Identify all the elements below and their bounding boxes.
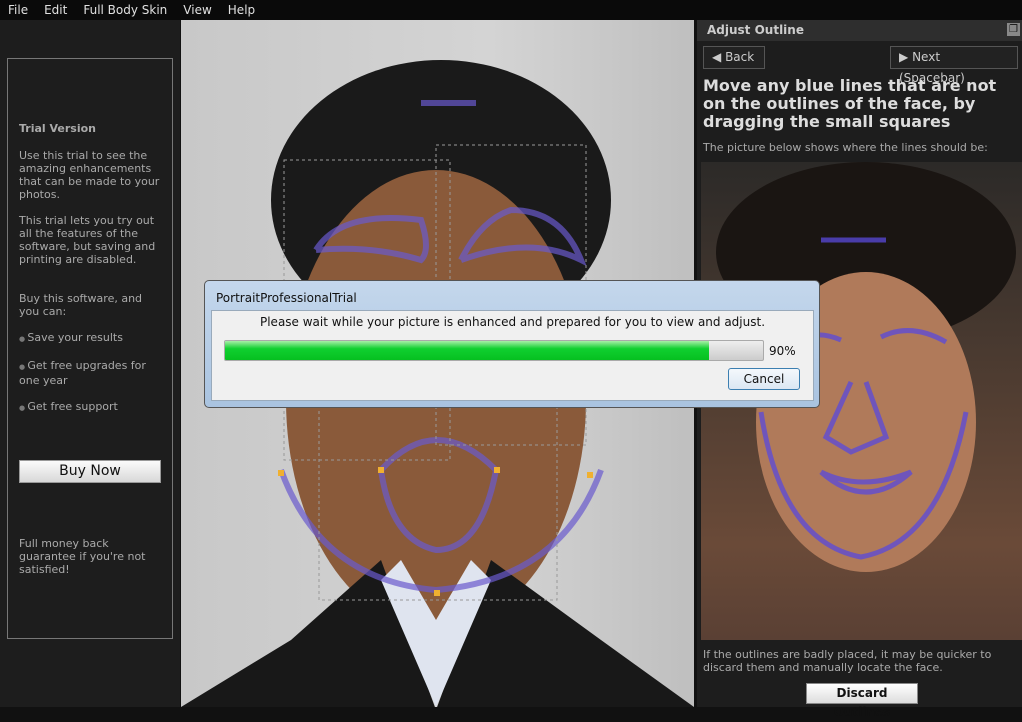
menu-full-body-skin[interactable]: Full Body Skin: [75, 0, 175, 20]
bullet-item: Get free support: [19, 400, 161, 415]
progress-fill: [225, 341, 710, 360]
progress-percent: 90%: [769, 344, 796, 358]
next-button[interactable]: ▶ Next (Spacebar): [890, 46, 1018, 85]
guarantee-text: Full money back guarantee if you're not …: [19, 537, 146, 576]
panel-title: Adjust Outline: [707, 23, 804, 37]
menu-edit[interactable]: Edit: [36, 0, 75, 20]
progress-bar: [224, 340, 764, 361]
dialog-message: Please wait while your picture is enhanc…: [259, 315, 766, 329]
trial-info-box: Trial Version Use this trial to see the …: [7, 58, 173, 639]
discard-hint: If the outlines are badly placed, it may…: [703, 648, 992, 674]
trial-title: Trial Version: [19, 122, 97, 135]
panel-header: Adjust Outline ❐: [697, 20, 1022, 41]
menu-view[interactable]: View: [175, 0, 219, 20]
bullet-item: Get free upgrades for one year: [19, 359, 161, 387]
cancel-button[interactable]: Cancel: [728, 368, 800, 390]
back-button[interactable]: ◀ Back: [703, 46, 765, 69]
dialog-body: Please wait while your picture is enhanc…: [211, 310, 814, 401]
discard-outlines-button[interactable]: Discard Outlines: [806, 683, 918, 719]
menu-file[interactable]: File: [0, 0, 36, 20]
progress-dialog: PortraitProfessionalTrial Please wait wh…: [204, 280, 820, 408]
triangle-right-icon: ▶: [899, 50, 909, 64]
trial-text-3: Buy this software, and you can:: [19, 292, 143, 318]
dialog-title: PortraitProfessionalTrial: [216, 291, 357, 305]
instruction-subtitle: The picture below shows where the lines …: [703, 141, 988, 154]
menu-bar: File Edit Full Body Skin View Help: [0, 0, 1022, 20]
trial-text-1: Use this trial to see the amazing enhanc…: [19, 149, 160, 201]
instruction-heading: Move any blue lines that are not on the …: [703, 76, 997, 131]
buy-now-button[interactable]: Buy Now: [19, 460, 161, 483]
menu-help[interactable]: Help: [220, 0, 263, 20]
trial-sidebar: Trial Version Use this trial to see the …: [0, 20, 180, 707]
restore-window-icon[interactable]: ❐: [1007, 23, 1020, 36]
bullet-item: Save your results: [19, 331, 161, 346]
triangle-left-icon: ◀: [712, 50, 722, 64]
trial-text-2: This trial lets you try out all the feat…: [19, 214, 156, 266]
